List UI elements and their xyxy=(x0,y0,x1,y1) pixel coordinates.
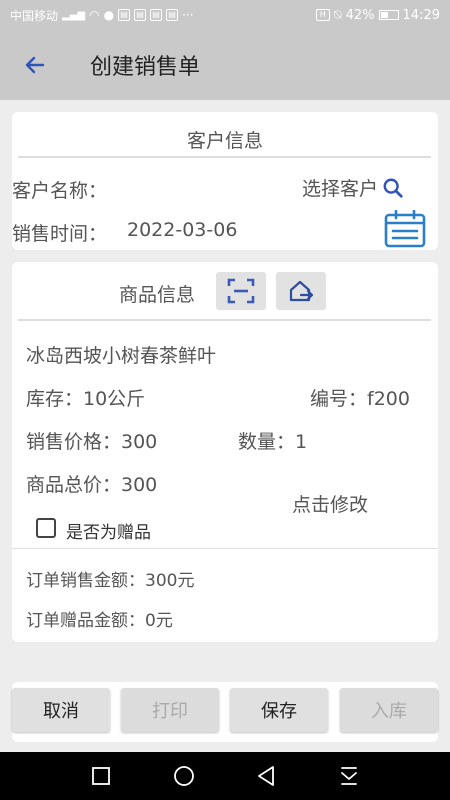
square-icon xyxy=(92,767,111,785)
back-nav-button[interactable] xyxy=(246,756,286,796)
pull-down-icon xyxy=(340,767,357,785)
customer-name-label: 客户名称： xyxy=(12,180,108,202)
app-icon: ▤ xyxy=(134,9,147,21)
scan-button[interactable] xyxy=(216,272,266,310)
product-section-title: 商品信息 xyxy=(119,284,196,306)
battery-icon xyxy=(378,10,399,20)
section-divider xyxy=(18,156,431,158)
app-icon: ▤ xyxy=(150,9,163,21)
sale-time-value[interactable]: 2022-03-06 xyxy=(127,219,237,241)
stock-in-button[interactable]: 入库 xyxy=(340,688,438,732)
product-name: 冰岛西坡小树春茶鲜叶 xyxy=(26,345,217,367)
home-export-icon xyxy=(289,280,314,302)
product-stock: 库存：10公斤 xyxy=(26,388,146,410)
hd-icon: H xyxy=(315,9,330,21)
cancel-button[interactable]: 取消 xyxy=(12,688,110,732)
product-total: 商品总价：300 xyxy=(26,474,158,496)
app-icon: ▤ xyxy=(118,9,131,21)
gift-checkbox[interactable] xyxy=(36,518,56,538)
section-divider xyxy=(12,548,438,549)
system-nav-bar xyxy=(0,752,450,800)
order-sales-amount: 订单销售金额：300元 xyxy=(26,571,195,591)
search-icon xyxy=(383,178,403,198)
select-customer-label: 选择客户 xyxy=(302,178,379,200)
mute-icon: ⍉ xyxy=(333,7,342,23)
message-icon: ● xyxy=(103,8,115,22)
clock: 14:29 xyxy=(402,7,440,23)
notification-pull-button[interactable] xyxy=(329,756,369,796)
customer-info-card: 客户信息 客户名称： 选择客户 销售时间： 2022-03-06 xyxy=(12,112,438,250)
calendar-button[interactable] xyxy=(384,209,426,252)
more-notifications: ··· xyxy=(182,8,194,22)
wifi-icon: ◠ xyxy=(89,8,100,22)
home-button[interactable] xyxy=(164,756,204,796)
warehouse-button[interactable] xyxy=(276,272,326,310)
triangle-back-icon xyxy=(258,766,275,786)
select-customer-button[interactable]: 选择客户 xyxy=(302,174,404,201)
gift-checkbox-label: 是否为赠品 xyxy=(66,523,151,543)
recent-apps-button[interactable] xyxy=(81,756,121,796)
carrier-label: 中国移动 xyxy=(10,8,59,23)
back-button[interactable] xyxy=(15,45,55,85)
product-quantity: 数量：1 xyxy=(238,431,308,453)
product-info-card: 商品信息 冰岛西坡小树春茶鲜叶 库存：10公斤 编号：f200 销售价格：300… xyxy=(12,262,438,642)
order-gift-amount: 订单赠品金额：0元 xyxy=(26,611,173,631)
arrow-left-icon xyxy=(25,56,45,74)
product-price: 销售价格：300 xyxy=(26,431,158,453)
print-button[interactable]: 打印 xyxy=(121,688,219,732)
product-code: 编号：f200 xyxy=(310,388,410,410)
circle-icon xyxy=(173,766,194,786)
status-bar: 中国移动 ▂▄▆ ◠ ● ▤ ▤ ▤ ▤ ··· H ⍉ 42% 14:29 xyxy=(0,0,450,30)
page-title: 创建销售单 xyxy=(90,55,201,80)
app-icon: ▤ xyxy=(166,9,179,21)
calendar-icon xyxy=(384,209,426,248)
app-bar: 创建销售单 xyxy=(0,30,450,100)
sale-time-label: 销售时间： xyxy=(12,223,108,245)
scan-icon xyxy=(227,278,255,304)
edit-product-link[interactable]: 点击修改 xyxy=(292,490,368,517)
signal-icon: ▂▄▆ xyxy=(62,9,86,21)
customer-section-title: 客户信息 xyxy=(186,130,263,152)
battery-percent: 42% xyxy=(345,7,375,23)
save-button[interactable]: 保存 xyxy=(230,688,328,732)
section-divider xyxy=(18,319,431,321)
